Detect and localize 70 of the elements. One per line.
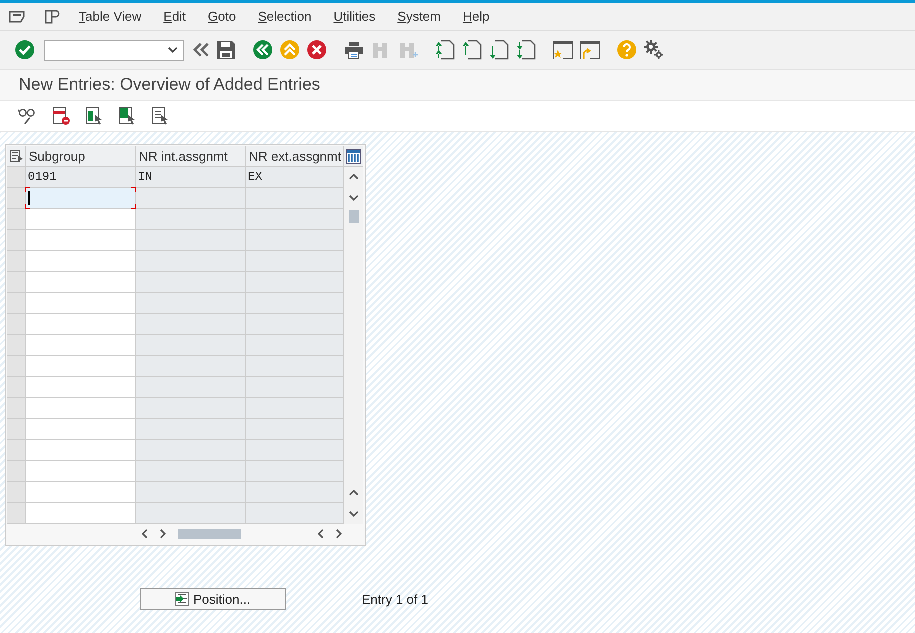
input-field[interactable] bbox=[26, 251, 136, 272]
printer-icon[interactable] bbox=[344, 40, 364, 60]
entry-counter: Entry 1 of 1 bbox=[362, 592, 428, 606]
check-icon[interactable] bbox=[15, 40, 35, 60]
screen-title: New Entries: Overview of Added Entries bbox=[19, 75, 320, 95]
scrollbar-thumb[interactable] bbox=[178, 528, 241, 538]
back-icon[interactable] bbox=[253, 40, 273, 60]
scroll-down-icon[interactable] bbox=[348, 195, 358, 201]
select-rows-icon[interactable] bbox=[84, 106, 104, 126]
input-field[interactable] bbox=[26, 335, 136, 356]
select-rows-icon[interactable] bbox=[117, 106, 137, 126]
menu-item[interactable]: Utilities bbox=[334, 9, 376, 24]
scroll-left-icon[interactable] bbox=[142, 528, 148, 538]
cancel-icon[interactable] bbox=[307, 40, 327, 60]
layout-icon[interactable] bbox=[44, 8, 60, 24]
table-cell: 0191 bbox=[26, 167, 136, 188]
save-icon[interactable] bbox=[216, 40, 236, 60]
column-header[interactable]: NR ext.assgnmt bbox=[246, 146, 344, 167]
scroll-left-icon[interactable] bbox=[318, 528, 324, 538]
position-icon bbox=[175, 592, 190, 606]
menu-item[interactable]: Goto bbox=[208, 9, 236, 24]
input-field[interactable] bbox=[26, 440, 136, 461]
menu-item[interactable]: Edit bbox=[164, 9, 186, 24]
page-arrow-icon[interactable] bbox=[462, 40, 482, 60]
exit-icon[interactable] bbox=[280, 40, 300, 60]
input-field[interactable] bbox=[26, 293, 136, 314]
input-field[interactable] bbox=[26, 482, 136, 503]
scroll-right-icon[interactable] bbox=[336, 528, 342, 538]
table-cell: IN bbox=[136, 167, 246, 188]
window-arrow-icon[interactable] bbox=[580, 40, 600, 60]
scroll-down-icon[interactable] bbox=[348, 511, 358, 517]
select-rows-icon[interactable] bbox=[150, 106, 170, 126]
input-field[interactable] bbox=[26, 356, 136, 377]
page-arrow-icon[interactable] bbox=[516, 40, 536, 60]
position-button[interactable]: Position... bbox=[140, 588, 286, 610]
menu-item[interactable]: Help bbox=[462, 9, 490, 24]
menu-item[interactable]: System bbox=[398, 9, 441, 24]
input-field[interactable] bbox=[26, 377, 136, 398]
input-field[interactable] bbox=[26, 419, 136, 440]
table-cell: EX bbox=[246, 167, 344, 188]
window-star-icon[interactable] bbox=[553, 40, 573, 60]
input-field[interactable] bbox=[26, 461, 136, 482]
input-field[interactable] bbox=[26, 188, 136, 209]
scroll-up-icon[interactable] bbox=[348, 174, 358, 180]
input-field[interactable] bbox=[26, 272, 136, 293]
column-header[interactable]: Subgroup bbox=[26, 146, 136, 167]
input-field[interactable] bbox=[26, 230, 136, 251]
scroll-up-icon[interactable] bbox=[348, 490, 358, 496]
input-field[interactable] bbox=[26, 209, 136, 230]
scroll-right-icon[interactable] bbox=[160, 528, 166, 538]
menu-icon[interactable] bbox=[9, 10, 25, 22]
page-arrow-icon[interactable] bbox=[435, 40, 455, 60]
command-field[interactable] bbox=[44, 40, 184, 60]
input-field[interactable] bbox=[26, 398, 136, 419]
glasses-pencil-icon[interactable] bbox=[18, 106, 38, 126]
scrollbar-thumb[interactable] bbox=[348, 210, 358, 223]
vertical-scrollbar[interactable] bbox=[344, 167, 363, 524]
row-selector[interactable] bbox=[7, 188, 26, 209]
delete-row-icon[interactable] bbox=[51, 106, 71, 126]
settings-icon[interactable] bbox=[644, 40, 664, 60]
page-arrow-icon[interactable] bbox=[489, 40, 509, 60]
input-field[interactable] bbox=[26, 314, 136, 335]
menu-item[interactable]: Table View bbox=[79, 9, 142, 24]
menu-item[interactable]: Selection bbox=[258, 9, 312, 24]
input-field[interactable] bbox=[26, 503, 136, 524]
column-chooser-icon[interactable] bbox=[346, 148, 361, 164]
double-chevron-icon[interactable] bbox=[193, 42, 209, 58]
table-settings-icon[interactable] bbox=[10, 150, 23, 162]
column-header[interactable]: NR int.assgnmt bbox=[136, 146, 246, 167]
help-icon[interactable] bbox=[617, 40, 637, 60]
